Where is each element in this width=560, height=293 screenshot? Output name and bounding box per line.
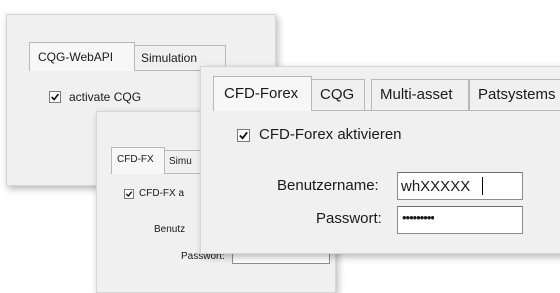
tab-label: Simulation	[141, 51, 198, 65]
checkmark-icon	[239, 131, 248, 140]
text-cursor	[482, 177, 483, 195]
tab-patsystems[interactable]: Patsystems	[469, 79, 560, 111]
tab-label: CQG-WebAPI	[38, 50, 114, 64]
tab-multi-asset[interactable]: Multi-asset	[371, 79, 469, 111]
username-label: Benutzername:	[277, 177, 379, 194]
tab-cqg[interactable]: CQG	[311, 79, 365, 111]
tab-label: CFD-Forex	[224, 85, 299, 102]
front-settings-panel: CFD-Forex CQG Multi-asset Patsystems CFD…	[200, 66, 560, 254]
tab-label: Patsystems	[478, 86, 556, 103]
password-mask: •••••••••	[402, 210, 434, 225]
tab-cqg-webapi[interactable]: CQG-WebAPI	[29, 42, 135, 71]
tab-label: Simu	[169, 156, 192, 167]
cfd-fx-activate-checkbox[interactable]	[124, 189, 134, 199]
tab-label: Multi-asset	[380, 86, 453, 103]
username-value: whXXXXX	[401, 178, 471, 195]
tab-cfd-fx[interactable]: CFD-FX	[111, 147, 165, 174]
password-field[interactable]: •••••••••	[397, 206, 523, 234]
cfd-forex-activate-label: CFD-Forex aktivieren	[259, 126, 402, 143]
activate-cqg-checkbox[interactable]	[49, 91, 61, 103]
cfd-forex-activate-checkbox[interactable]	[237, 129, 250, 142]
cfd-fx-activate-label: CFD-FX a	[139, 188, 184, 199]
password-label: Passwort:	[316, 210, 382, 227]
tab-cfd-forex[interactable]: CFD-Forex	[213, 76, 312, 111]
tab-label: CFD-FX	[117, 154, 154, 165]
username-field[interactable]: whXXXXX	[397, 172, 523, 200]
activate-cqg-label: activate CQG	[69, 90, 142, 104]
checkmark-icon	[125, 191, 133, 198]
checkmark-icon	[51, 93, 59, 101]
username-label: Benutz	[154, 224, 186, 235]
tab-label: CQG	[320, 86, 355, 103]
